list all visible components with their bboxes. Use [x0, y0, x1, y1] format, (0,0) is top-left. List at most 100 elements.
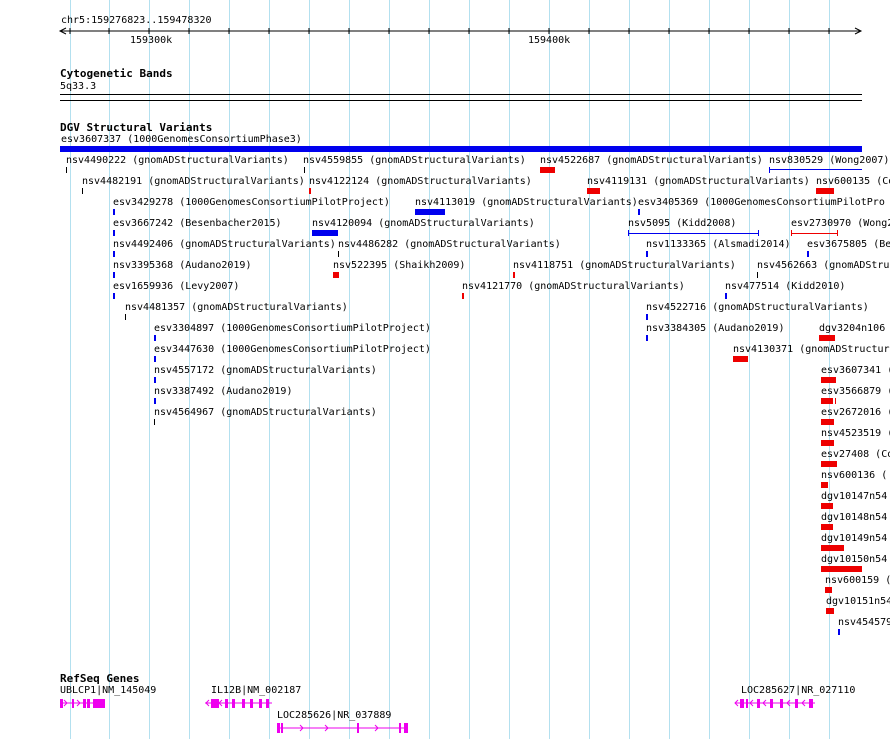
dgv-feature-label[interactable]: nsv4522716 (gnomADStructuralVariants) — [646, 302, 869, 314]
dgv-feature-bar[interactable] — [66, 167, 67, 173]
dgv-feature-bar[interactable] — [513, 272, 515, 278]
dgv-feature-bar[interactable] — [646, 314, 648, 320]
dgv-feature-label[interactable]: esv3675805 (Be — [807, 239, 890, 251]
gene-label[interactable]: LOC285626|NR_037889 — [277, 710, 391, 722]
dgv-feature-label[interactable]: nsv600136 ( — [821, 470, 887, 482]
dgv-feature-label[interactable]: esv3607337 (1000GenomesConsortiumPhase3) — [61, 134, 302, 146]
dgv-feature-bar[interactable] — [821, 482, 828, 488]
dgv-feature-bar[interactable] — [821, 545, 844, 551]
dgv-feature-label[interactable]: nsv4120094 (gnomADStructuralVariants) — [312, 218, 535, 230]
dgv-feature-bar[interactable] — [462, 293, 464, 299]
dgv-feature-bar[interactable] — [638, 209, 640, 215]
dgv-feature-bar[interactable] — [540, 167, 555, 173]
gene-model-loc285627[interactable] — [734, 699, 815, 708]
dgv-feature-label[interactable]: dgv3204n106 — [819, 323, 885, 335]
dgv-feature-bar[interactable] — [769, 169, 862, 170]
dgv-feature-bar[interactable] — [821, 461, 837, 467]
dgv-feature-bar[interactable] — [821, 398, 833, 404]
dgv-feature-label[interactable]: nsv3384305 (Audano2019) — [646, 323, 784, 335]
dgv-feature-label[interactable]: esv3667242 (Besenbacher2015) — [113, 218, 282, 230]
dgv-feature-label[interactable]: nsv454579 — [838, 617, 890, 629]
dgv-feature-label[interactable]: nsv522395 (Shaikh2009) — [333, 260, 465, 272]
dgv-feature-label[interactable]: nsv4559855 (gnomADStructuralVariants) — [303, 155, 526, 167]
dgv-feature-label[interactable]: nsv477514 (Kidd2010) — [725, 281, 845, 293]
dgv-feature-label[interactable]: nsv4562663 (gnomADStru — [757, 260, 889, 272]
dgv-feature-label[interactable]: esv1659936 (Levy2007) — [113, 281, 239, 293]
dgv-feature-label[interactable]: nsv5095 (Kidd2008) — [628, 218, 736, 230]
dgv-track-title[interactable]: DGV Structural Variants — [60, 121, 212, 134]
dgv-feature-bar[interactable] — [154, 335, 156, 341]
dgv-feature-bar[interactable] — [82, 188, 83, 194]
dgv-feature-bar[interactable] — [304, 167, 305, 173]
cytoband-track-title[interactable]: Cytogenetic Bands — [60, 67, 173, 80]
dgv-feature-label[interactable]: nsv1133365 (Alsmadi2014) — [646, 239, 791, 251]
dgv-feature-label[interactable]: esv3429278 (1000GenomesConsortiumPilotPr… — [113, 197, 390, 209]
dgv-feature-bar[interactable] — [113, 293, 115, 299]
refseq-track-title[interactable]: RefSeq Genes — [60, 672, 139, 685]
dgv-feature-bar[interactable] — [113, 251, 115, 257]
dgv-feature-label[interactable]: nsv4122124 (gnomADStructuralVariants) — [309, 176, 532, 188]
dgv-feature-bar[interactable] — [154, 356, 156, 362]
dgv-feature-bar[interactable] — [725, 293, 727, 299]
dgv-feature-bar[interactable] — [587, 188, 600, 194]
dgv-feature-label[interactable]: nsv830529 (Wong2007) — [769, 155, 889, 167]
dgv-feature-label[interactable]: dgv10150n54 — [821, 554, 887, 566]
dgv-feature-bar[interactable] — [113, 230, 115, 236]
dgv-feature-label[interactable]: nsv4523519 ( — [821, 428, 890, 440]
dgv-feature-label[interactable]: esv3566879 ( — [821, 386, 890, 398]
dgv-feature-bar[interactable] — [312, 230, 338, 236]
dgv-feature-label[interactable]: dgv10149n54 — [821, 533, 887, 545]
dgv-feature-bar[interactable] — [821, 419, 834, 425]
dgv-feature-label[interactable]: nsv4522687 (gnomADStructuralVariants) — [540, 155, 763, 167]
dgv-feature-label[interactable]: nsv4130371 (gnomADStructura — [733, 344, 890, 356]
dgv-feature-bar[interactable] — [826, 608, 834, 614]
dgv-feature-label[interactable]: nsv4557172 (gnomADStructuralVariants) — [154, 365, 377, 377]
dgv-feature-bar[interactable] — [821, 524, 833, 530]
dgv-feature-label[interactable]: esv3447630 (1000GenomesConsortiumPilotPr… — [154, 344, 431, 356]
dgv-feature-label[interactable]: nsv600135 (Co — [816, 176, 890, 188]
dgv-feature-bar[interactable] — [154, 419, 155, 425]
dgv-feature-bar[interactable] — [125, 314, 126, 320]
dgv-feature-bar[interactable] — [733, 356, 748, 362]
dgv-feature-label[interactable]: nsv3387492 (Audano2019) — [154, 386, 292, 398]
gene-label[interactable]: IL12B|NM_002187 — [211, 685, 301, 697]
dgv-feature-bar[interactable] — [757, 272, 758, 278]
dgv-feature-label[interactable]: esv2730970 (Wong2 — [791, 218, 890, 230]
dgv-feature-label[interactable]: esv2672016 (C — [821, 407, 890, 419]
dgv-feature-bar[interactable] — [816, 188, 834, 194]
dgv-feature-bar[interactable] — [113, 272, 115, 278]
dgv-feature-bar[interactable] — [154, 398, 156, 404]
dgv-feature-bar[interactable] — [825, 587, 832, 593]
dgv-feature-bar[interactable] — [309, 188, 311, 194]
dgv-feature-label[interactable]: esv3607341 ( — [821, 365, 890, 377]
dgv-feature-bar[interactable] — [646, 335, 648, 341]
dgv-feature-bar[interactable] — [821, 377, 836, 383]
dgv-feature-label[interactable]: nsv4492406 (gnomADStructuralVariants) — [113, 239, 336, 251]
dgv-feature-bar[interactable] — [821, 566, 862, 572]
dgv-feature-label[interactable]: nsv3395368 (Audano2019) — [113, 260, 251, 272]
dgv-feature-bar[interactable] — [113, 209, 115, 215]
dgv-feature-bar[interactable] — [415, 209, 445, 215]
dgv-feature-bar[interactable] — [333, 272, 339, 278]
dgv-feature-label[interactable]: dgv10148n54 — [821, 512, 887, 524]
dgv-feature-label[interactable]: nsv4564967 (gnomADStructuralVariants) — [154, 407, 377, 419]
dgv-feature-label[interactable]: esv27408 (Co — [821, 449, 890, 461]
dgv-feature-label[interactable]: dgv10151n54 — [826, 596, 890, 608]
dgv-feature-label[interactable]: nsv4118751 (gnomADStructuralVariants) — [513, 260, 736, 272]
dgv-feature-bar[interactable] — [807, 251, 809, 257]
dgv-feature-bar[interactable] — [628, 233, 759, 234]
dgv-feature-bar[interactable] — [821, 440, 834, 446]
dgv-feature-label[interactable]: nsv600159 ( — [825, 575, 890, 587]
dgv-feature-label[interactable]: nsv4482191 (gnomADStructuralVariants) — [82, 176, 305, 188]
gene-model-ublcp1[interactable] — [60, 699, 105, 708]
dgv-feature-bar[interactable] — [821, 503, 833, 509]
dgv-feature-bar[interactable] — [338, 251, 339, 257]
dgv-feature-label[interactable]: dgv10147n54 — [821, 491, 887, 503]
gene-label[interactable]: UBLCP1|NM_145049 — [60, 685, 156, 697]
gene-label[interactable]: LOC285627|NR_027110 — [741, 685, 855, 697]
dgv-feature-label[interactable]: nsv4486282 (gnomADStructuralVariants) — [338, 239, 561, 251]
dgv-feature-bar[interactable] — [646, 251, 648, 257]
dgv-feature-label[interactable]: esv3405369 (1000GenomesConsortiumPilotPr… — [638, 197, 885, 209]
dgv-feature-label[interactable]: nsv4121770 (gnomADStructuralVariants) — [462, 281, 685, 293]
dgv-feature-bar[interactable] — [819, 335, 835, 341]
